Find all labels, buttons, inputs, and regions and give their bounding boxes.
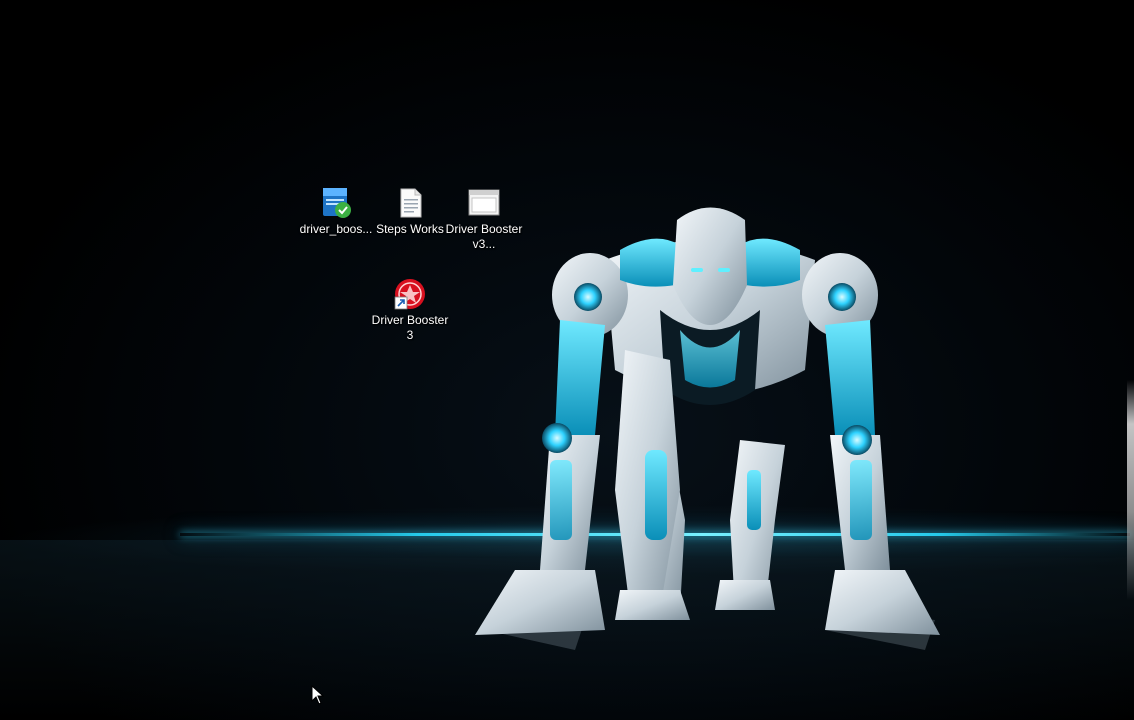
- screen-edge-artifact: [1127, 380, 1134, 600]
- desktop-icon-driver-booster-3-shortcut[interactable]: Driver Booster 3: [371, 277, 449, 343]
- driver-booster-shortcut-icon: [394, 279, 425, 310]
- wallpaper-robot-image: [475, 207, 940, 650]
- mouse-pointer-icon: [311, 685, 325, 705]
- icon-label: Steps Works: [376, 222, 444, 236]
- text-document-icon: [400, 188, 422, 218]
- desktop-icon-driver-boos-installer[interactable]: driver_boos...: [297, 186, 375, 237]
- file-installer-icon: [323, 188, 351, 218]
- application-window-icon: [468, 189, 500, 216]
- desktop-icon-steps-works[interactable]: Steps Works: [371, 186, 449, 237]
- desktop-icon-driver-booster-v3-setup[interactable]: Driver Booster v3...: [445, 186, 523, 252]
- icon-label: driver_boos...: [299, 222, 373, 236]
- icon-label: Driver Booster v3...: [445, 222, 523, 251]
- icon-label: Driver Booster 3: [371, 313, 449, 342]
- desktop[interactable]: driver_boos... Steps Works Driver Booste…: [0, 0, 1134, 720]
